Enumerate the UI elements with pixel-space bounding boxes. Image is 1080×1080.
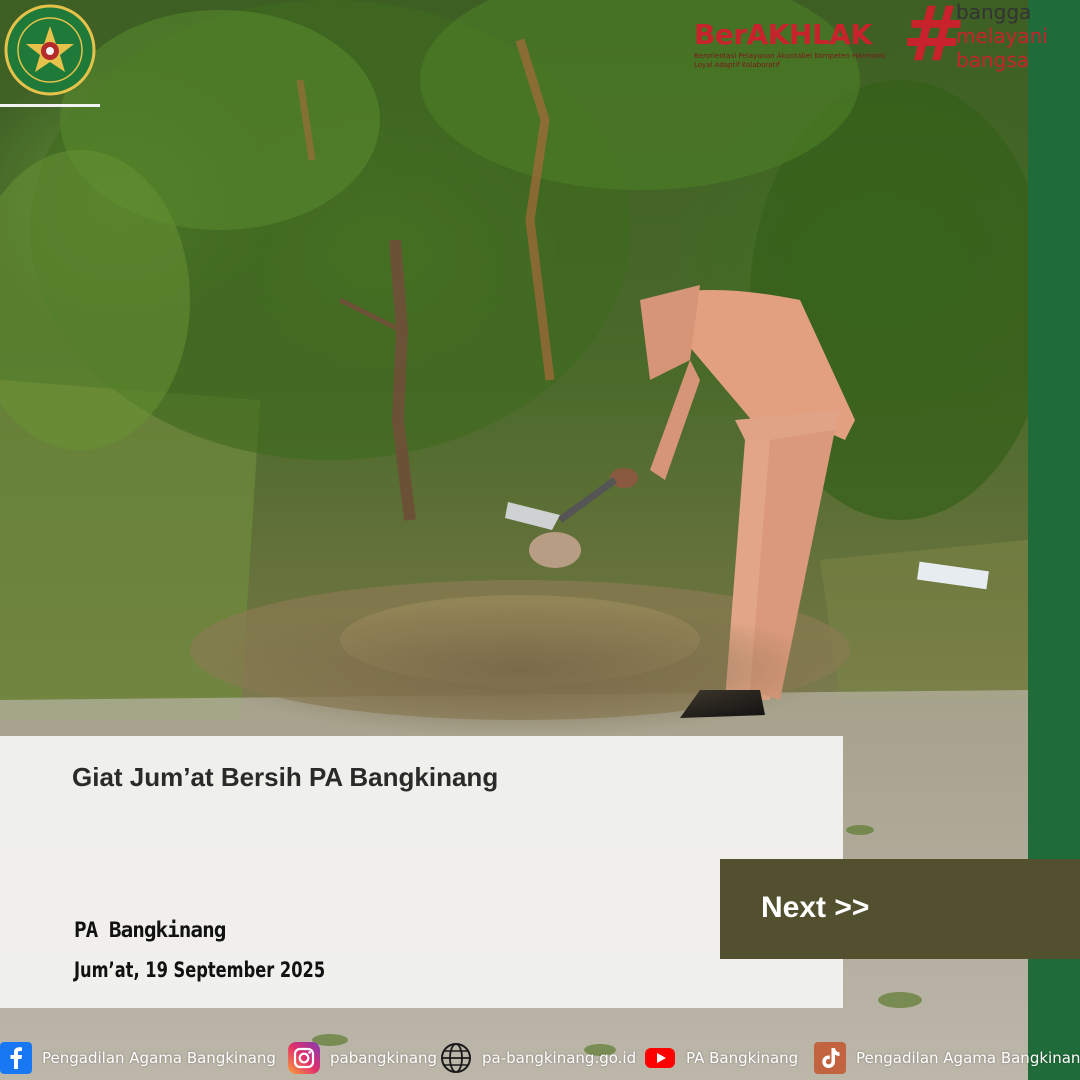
- next-button-label: Next >>: [761, 891, 870, 924]
- ground-shadow: [0, 560, 1028, 760]
- post-title: Giat Jum’at Bersih PA Bangkinang: [72, 762, 499, 792]
- hashtag-word-2: melayani: [956, 24, 1048, 48]
- next-button[interactable]: Next >>: [720, 859, 1080, 959]
- post-date: Jum’at, 19 September 2025: [74, 958, 326, 982]
- organization-name: PA Bangkinang: [74, 918, 226, 942]
- bangga-melayani-bangsa: bangga melayani bangsa: [956, 0, 1048, 72]
- youtube-label: PA Bangkinang: [686, 1049, 799, 1067]
- hashtag-word-3: bangsa: [956, 48, 1029, 72]
- hashtag-word-1: bangga: [956, 0, 1032, 24]
- footer-youtube[interactable]: PA Bangkinang: [644, 1042, 798, 1074]
- berakhlak-logo-text: BerAKHLAK: [694, 18, 872, 51]
- footer-facebook[interactable]: Pengadilan Agama Bangkinang: [0, 1042, 276, 1074]
- instagram-label: pabangkinang: [330, 1049, 438, 1067]
- mahkamah-agung-emblem-icon: [4, 4, 96, 96]
- berakhlak-banner: BerAKHLAK Berorientasi Pelayanan Akuntab…: [694, 0, 1080, 80]
- tiktok-label: Pengadilan Agama Bangkinang: [856, 1049, 1080, 1067]
- instagram-icon: [288, 1042, 320, 1074]
- youtube-icon: [644, 1042, 676, 1074]
- footer-tiktok[interactable]: Pengadilan Agama Bangkinang: [814, 1042, 1080, 1074]
- footer-website[interactable]: pa-bangkinang.go.id: [440, 1042, 636, 1074]
- footer-instagram[interactable]: pabangkinang: [288, 1042, 437, 1074]
- facebook-icon: [0, 1042, 32, 1074]
- website-label: pa-bangkinang.go.id: [482, 1049, 637, 1067]
- tiktok-icon: [814, 1042, 846, 1074]
- facebook-label: Pengadilan Agama Bangkinang: [42, 1049, 276, 1067]
- berakhlak-tagline: Berorientasi Pelayanan Akuntabel Kompete…: [694, 52, 886, 69]
- social-footer: Pengadilan Agama Bangkinang pabangkinang…: [0, 1040, 1080, 1080]
- logo-underline: [0, 104, 100, 107]
- globe-icon: [440, 1042, 472, 1074]
